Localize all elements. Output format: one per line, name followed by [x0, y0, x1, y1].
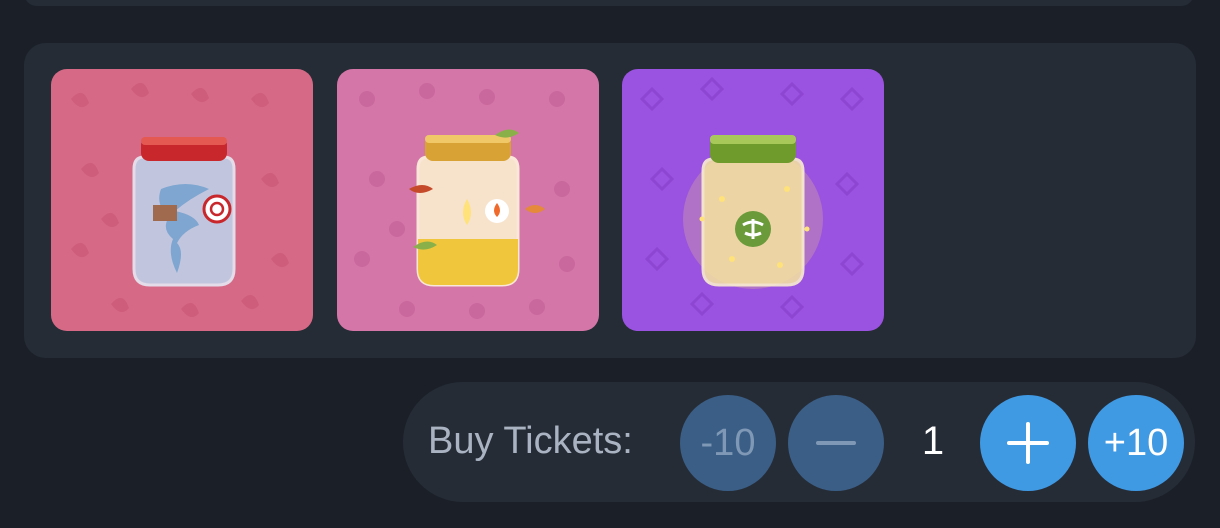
item-tile-firefly-jar[interactable] [622, 69, 884, 331]
tornado-jar-icon [51, 69, 313, 331]
firefly-jar-icon [622, 69, 884, 331]
items-panel [24, 43, 1196, 358]
ticket-quantity: 1 [921, 419, 945, 463]
ticket-bar: Buy Tickets: -10 1 +10 [403, 382, 1195, 502]
plus-ten-button[interactable]: +10 [1088, 395, 1184, 491]
item-tile-tornado-jar[interactable] [51, 69, 313, 331]
plus-icon [1007, 422, 1049, 464]
minus-one-button[interactable] [788, 395, 884, 491]
plus-one-button[interactable] [980, 395, 1076, 491]
plus-ten-label: +10 [1103, 422, 1169, 464]
minus-icon [816, 441, 856, 445]
minus-ten-label: -10 [700, 422, 756, 464]
item-tile-candle-jar[interactable] [337, 69, 599, 331]
candle-jar-icon [337, 69, 599, 331]
buy-tickets-label: Buy Tickets: [428, 420, 633, 462]
minus-ten-button[interactable]: -10 [680, 395, 776, 491]
top-panel [24, 0, 1194, 6]
